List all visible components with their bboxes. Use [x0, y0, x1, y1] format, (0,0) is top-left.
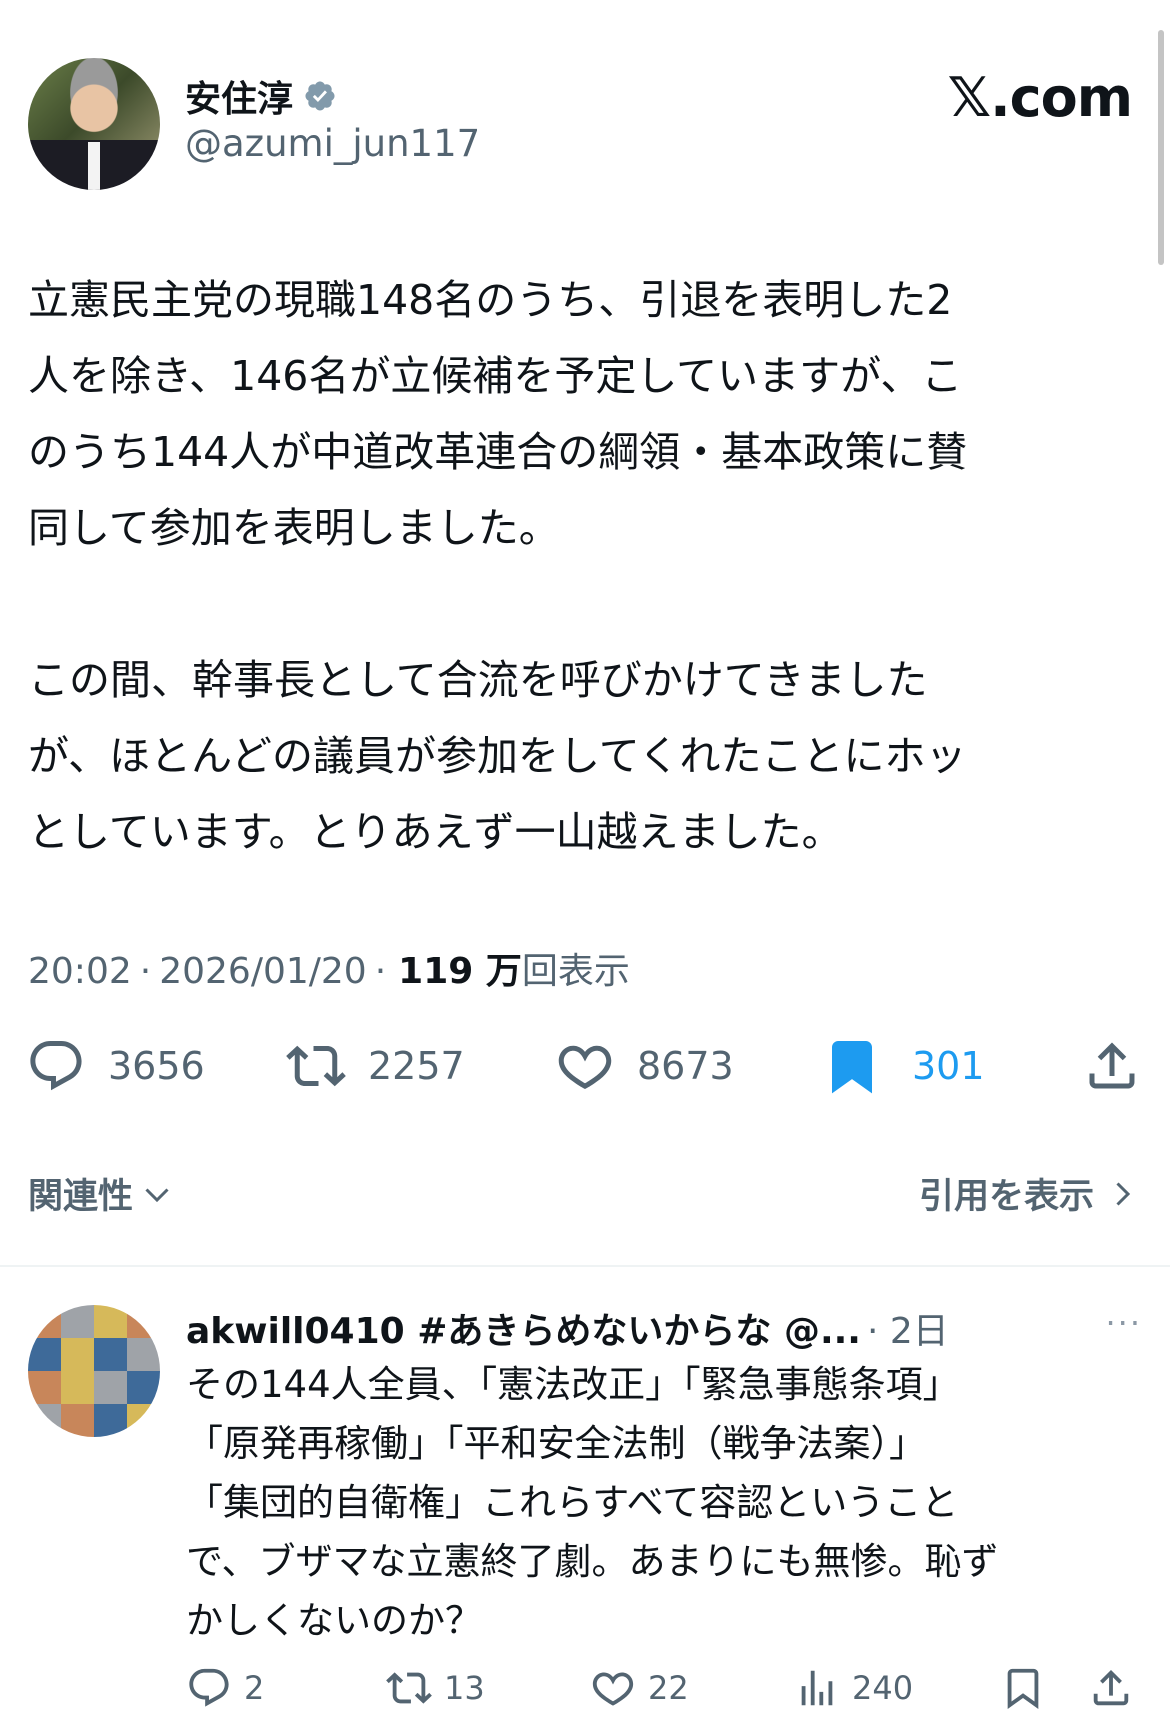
- chevron-right-icon: [1116, 1181, 1131, 1206]
- avatar-tile: [94, 1404, 127, 1437]
- scrollbar[interactable]: [1158, 30, 1164, 265]
- reply-reply-button[interactable]: 2: [186, 1665, 264, 1711]
- views-label: 回表示: [521, 951, 630, 992]
- avatar-tile: [28, 1371, 61, 1404]
- tweet-date[interactable]: 2026/01/20: [159, 951, 367, 992]
- avatar-detail: [88, 142, 100, 190]
- avatar-tile: [94, 1338, 127, 1371]
- like-count: 8673: [637, 1044, 734, 1088]
- sort-dropdown[interactable]: 関連性: [28, 1168, 175, 1219]
- like-button[interactable]: 8673: [555, 1036, 734, 1096]
- verified-badge-icon: [305, 81, 335, 111]
- reply-filter-row: 関連性 引用を表示: [28, 1168, 1140, 1218]
- author-name-row: 安住淳: [185, 70, 337, 122]
- author-display-name[interactable]: 安住淳: [185, 70, 293, 122]
- author-handle[interactable]: @azumi_jun117: [185, 122, 480, 165]
- sort-label: 関連性: [28, 1177, 134, 1217]
- avatar-tile: [127, 1305, 160, 1338]
- retweet-count: 2257: [368, 1044, 465, 1088]
- reply-retweet-count: 13: [444, 1669, 485, 1707]
- reply-icon: [30, 1041, 82, 1091]
- reply-actions: 2 13 22 240: [0, 1665, 1170, 1725]
- avatar-tile: [28, 1305, 61, 1338]
- reply-bookmark-button[interactable]: [1000, 1665, 1046, 1711]
- reply-button[interactable]: 3656: [26, 1036, 205, 1096]
- more-options-icon[interactable]: ···: [1105, 1304, 1142, 1342]
- bookmark-filled-icon: [832, 1041, 872, 1094]
- reply-like-count: 22: [648, 1669, 689, 1707]
- view-quotes-link[interactable]: 引用を表示: [919, 1168, 1140, 1219]
- reply-retweet-button[interactable]: 13: [386, 1665, 485, 1711]
- tweet-time[interactable]: 20:02: [28, 951, 132, 992]
- retweet-button[interactable]: 2257: [286, 1036, 465, 1096]
- avatar-tile: [28, 1404, 61, 1437]
- avatar-tile: [61, 1371, 94, 1404]
- retweet-icon: [286, 1045, 346, 1087]
- avatar-tile: [94, 1305, 127, 1338]
- reply-header: akwill0410 #あきらめないからな @... · 2日 ···: [186, 1300, 1146, 1356]
- reply-author-name[interactable]: akwill0410 #あきらめないからな @...: [186, 1302, 861, 1354]
- tweet-header: 安住淳 @azumi_jun117 𝕏.com: [28, 58, 1142, 198]
- reply-views-button[interactable]: 240: [794, 1665, 913, 1711]
- tweet-meta: 20:02 · 2026/01/20 · 119 万 回表示: [28, 942, 630, 994]
- views-count[interactable]: 119 万: [398, 942, 522, 994]
- heart-icon: [592, 1672, 634, 1706]
- quotes-label: 引用を表示: [918, 1177, 1094, 1217]
- reply-views-count: 240: [852, 1669, 914, 1707]
- tweet-text: 立憲民主党の現職148名のうち、引退を表明した2 人を除き、146名が立候補を予…: [28, 276, 968, 856]
- bookmark-button[interactable]: 301: [822, 1036, 985, 1096]
- reply-time[interactable]: · 2日: [867, 1302, 949, 1354]
- author-avatar[interactable]: [28, 58, 160, 190]
- bookmark-icon: [1007, 1668, 1039, 1709]
- avatar-tile: [61, 1305, 94, 1338]
- divider: [0, 1265, 1170, 1267]
- reply-author-avatar[interactable]: [28, 1305, 160, 1437]
- avatar-tile: [127, 1338, 160, 1371]
- avatar-tile: [127, 1371, 160, 1404]
- reply-share-button[interactable]: [1088, 1665, 1134, 1711]
- share-icon: [1089, 1042, 1135, 1089]
- x-logo: 𝕏.com: [947, 66, 1133, 129]
- avatar-tile: [61, 1338, 94, 1371]
- reply-text: その144人全員、「憲法改正」「緊急事態条項」 「原発再稼働」「平和安全法制（戦…: [186, 1363, 999, 1642]
- meta-separator: ·: [374, 951, 387, 992]
- chevron-down-icon: [145, 1187, 169, 1202]
- tweet-actions: 3656 2257 8673 301: [0, 1036, 1170, 1108]
- avatar-tile: [94, 1371, 127, 1404]
- reply-like-button[interactable]: 22: [590, 1665, 689, 1711]
- reply-icon: [189, 1668, 229, 1707]
- share-button[interactable]: [1082, 1036, 1142, 1096]
- retweet-icon: [386, 1672, 432, 1704]
- share-icon: [1093, 1669, 1129, 1706]
- analytics-icon: [801, 1670, 833, 1706]
- reply-reply-count: 2: [244, 1669, 265, 1707]
- avatar-tile: [28, 1338, 61, 1371]
- heart-icon: [558, 1045, 612, 1090]
- reply-count: 3656: [108, 1044, 205, 1088]
- meta-separator: ·: [139, 951, 152, 992]
- avatar-tile: [61, 1404, 94, 1437]
- bookmark-count: 301: [912, 1044, 985, 1088]
- avatar-tile: [127, 1404, 160, 1437]
